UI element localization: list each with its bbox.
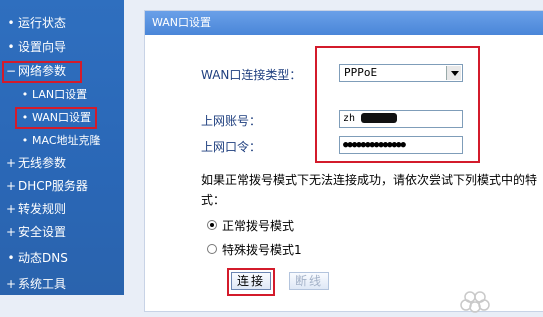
sidebar-item-label: 设置向导 (18, 40, 67, 54)
highlight-network-params (2, 61, 82, 83)
sidebar-item-label: 系统工具 (18, 277, 67, 291)
sidebar-item-label: 转发规则 (18, 202, 67, 216)
hint-line-1: 如果正常拨号模式下无法连接成功，请依次尝试下列模式中的特 (201, 173, 538, 187)
radio-normal[interactable] (207, 220, 217, 230)
account-label: 上网账号： (201, 114, 262, 128)
sidebar-item-dhcp[interactable]: + DHCP服务器 (0, 175, 124, 197)
expand-icon: + (6, 225, 17, 239)
wan-settings-panel: WAN口设置 WAN口连接类型： PPPoE 上网账号： zh @xmlan 上… (144, 10, 543, 313)
sidebar-item-run-status[interactable]: • 运行状态 (0, 12, 124, 34)
sidebar-item-mac-clone[interactable]: • MAC地址克隆 (0, 130, 124, 152)
sidebar-item-ddns[interactable]: • 动态DNS (0, 247, 124, 269)
sidebar-item-label: 无线参数 (18, 156, 67, 170)
highlight-wan-settings (15, 107, 97, 129)
sidebar-item-label: MAC地址克隆 (32, 134, 101, 147)
highlight-connect (227, 268, 275, 296)
main-area: WAN口设置 WAN口连接类型： PPPoE 上网账号： zh @xmlan 上… (124, 0, 543, 313)
expand-icon: + (6, 156, 17, 170)
bullet-icon: • (7, 40, 15, 54)
sidebar-item-label: 运行状态 (18, 16, 67, 30)
sidebar-item-forwarding[interactable]: + 转发规则 (0, 198, 124, 220)
sidebar-item-label: 安全设置 (18, 225, 67, 239)
flower-decoration-icon (460, 291, 490, 313)
expand-icon: + (6, 277, 17, 291)
password-label: 上网口令： (201, 140, 262, 154)
highlight-credentials (315, 46, 480, 163)
panel-title: WAN口设置 (145, 11, 543, 35)
conn-type-label: WAN口连接类型： (201, 68, 302, 82)
hint-line-2: 式： (201, 193, 226, 207)
expand-icon: + (6, 179, 17, 193)
radio-normal-label: 正常拨号模式 (222, 219, 295, 233)
bullet-icon: • (21, 88, 29, 101)
bullet-icon: • (7, 251, 15, 265)
sidebar-item-label: DHCP服务器 (18, 179, 88, 193)
bullet-icon: • (7, 16, 15, 30)
sidebar-item-setup-wizard[interactable]: • 设置向导 (0, 36, 124, 58)
sidebar-item-lan-settings[interactable]: • LAN口设置 (0, 84, 124, 106)
sidebar-item-security[interactable]: + 安全设置 (0, 221, 124, 243)
sidebar-item-wireless[interactable]: + 无线参数 (0, 152, 124, 174)
bullet-icon: • (21, 134, 29, 147)
expand-icon: + (6, 202, 17, 216)
radio-special[interactable] (207, 244, 217, 254)
radio-special-label: 特殊拨号模式1 (222, 243, 302, 257)
disconnect-button[interactable]: 断线 (289, 272, 329, 290)
sidebar-item-label: 动态DNS (18, 251, 68, 265)
sidebar-item-label: LAN口设置 (32, 88, 88, 101)
sidebar-item-system-tools[interactable]: + 系统工具 (0, 273, 124, 295)
sidebar-nav: • 运行状态 • 设置向导 − 网络参数 • LAN口设置 • WAN口设置 • MAC地址… (0, 0, 124, 295)
